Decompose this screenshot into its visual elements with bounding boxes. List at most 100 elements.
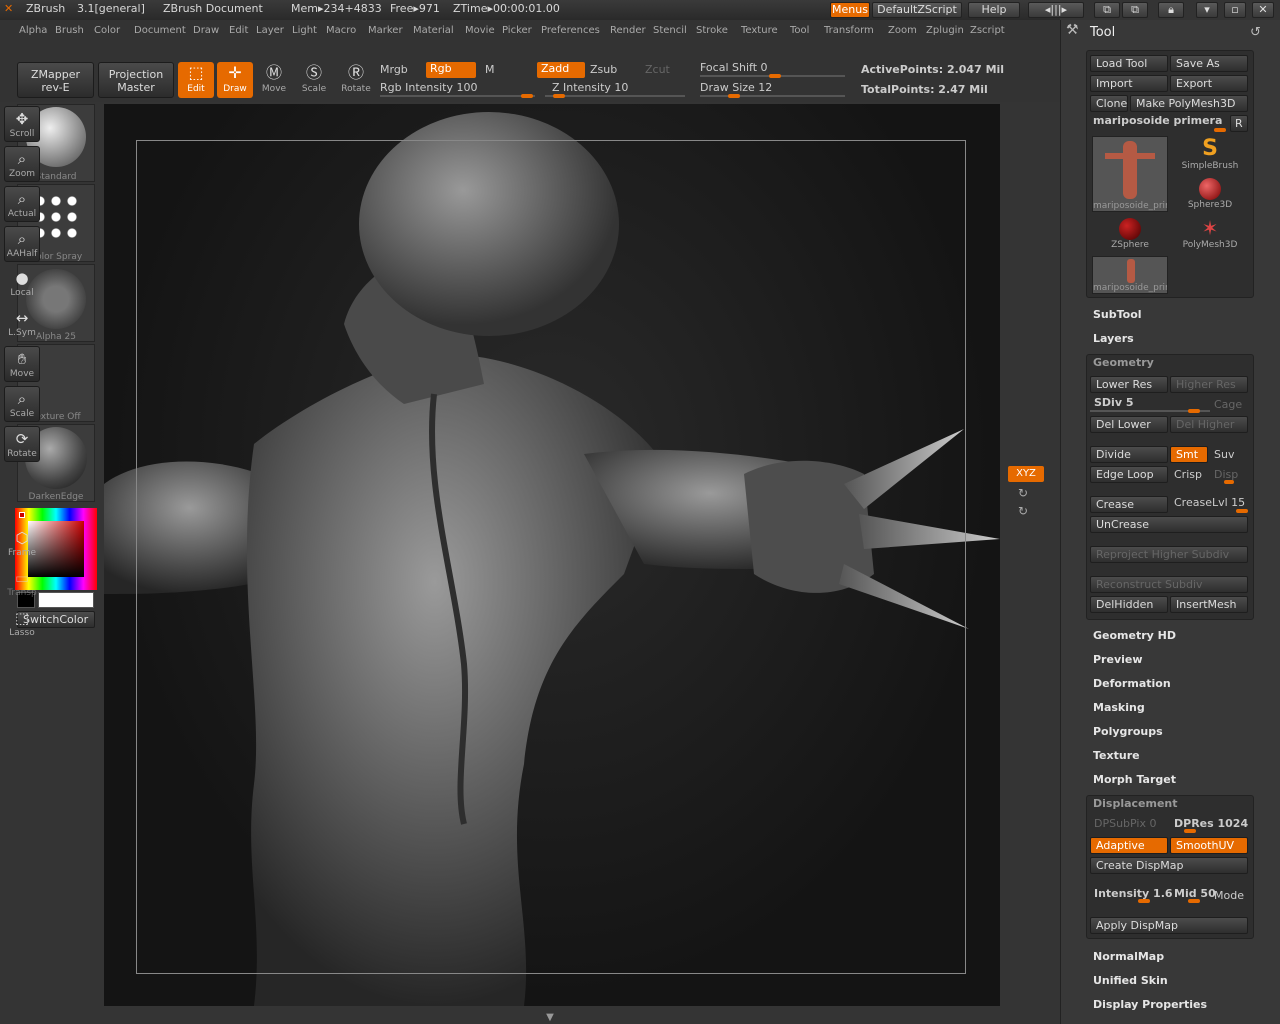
dpsubpix-slider[interactable]: DPSubPix 0 (1094, 817, 1157, 830)
intensity-knob[interactable] (1138, 899, 1150, 903)
lock-icon[interactable]: 🔒︎ (1158, 2, 1184, 18)
adaptive-toggle[interactable]: Adaptive (1090, 837, 1168, 854)
layout-icon-a[interactable]: ⧉ (1094, 2, 1120, 18)
reconstruct-subdiv-button[interactable]: Reconstruct Subdiv (1090, 576, 1248, 593)
crisp-toggle[interactable]: Crisp (1174, 468, 1202, 481)
suv-toggle[interactable]: Suv (1214, 448, 1234, 461)
subtool-section[interactable]: SubTool (1093, 308, 1142, 321)
cage-button[interactable]: Cage (1214, 398, 1242, 411)
zsub-toggle[interactable]: Zsub (590, 63, 617, 76)
menu-transform[interactable]: Transform (824, 25, 874, 36)
tool-thumb-mariposoide-2[interactable]: mariposoide_prim (1092, 256, 1168, 294)
rotate-button[interactable]: ⟳ Rotate (4, 426, 40, 462)
smt-toggle[interactable]: Smt (1170, 446, 1208, 463)
current-tool-slider-knob[interactable] (1214, 128, 1226, 132)
make-polymesh3d-button[interactable]: Make PolyMesh3D (1130, 95, 1248, 112)
projection-master-button[interactable]: Projection Master (98, 62, 174, 98)
menu-texture[interactable]: Texture (741, 25, 778, 36)
morph-target-section[interactable]: Morph Target (1093, 773, 1176, 786)
draw-size-slider[interactable] (700, 95, 845, 97)
lasso-button[interactable]: ⬚ Lasso (4, 606, 40, 642)
menu-alpha[interactable]: Alpha (19, 25, 47, 36)
menu-light[interactable]: Light (292, 25, 317, 36)
lsym-button[interactable]: ↔ L.Sym (4, 306, 40, 342)
z-intensity-knob[interactable] (553, 94, 565, 98)
menu-tool[interactable]: Tool (790, 25, 809, 36)
menu-draw[interactable]: Draw (193, 25, 219, 36)
texture-section[interactable]: Texture (1093, 749, 1140, 762)
draw-mode-button[interactable]: ✛ Draw (217, 62, 253, 98)
z-intensity-slider[interactable] (545, 95, 685, 97)
disp-knob[interactable] (1224, 480, 1234, 484)
menu-stencil[interactable]: Stencil (653, 25, 687, 36)
menu-render[interactable]: Render (610, 25, 646, 36)
color-picker-marker[interactable] (19, 512, 25, 518)
draw-size-knob[interactable] (728, 94, 740, 98)
create-dispmap-button[interactable]: Create DispMap (1090, 857, 1248, 874)
edit-mode-button[interactable]: ⬚ Edit (178, 62, 214, 98)
r-button[interactable]: R (1230, 115, 1248, 132)
lower-res-button[interactable]: Lower Res (1090, 376, 1168, 393)
toggle-interface-icon[interactable]: ◂|||▸ (1028, 2, 1084, 18)
apply-dispmap-button[interactable]: Apply DispMap (1090, 917, 1248, 934)
scroll-button[interactable]: ✥ Scroll (4, 106, 40, 142)
menu-zoom[interactable]: Zoom (888, 25, 917, 36)
export-button[interactable]: Export (1170, 75, 1248, 92)
geometry-hd-section[interactable]: Geometry HD (1093, 629, 1176, 642)
focal-shift-knob[interactable] (769, 74, 781, 78)
layers-section[interactable]: Layers (1093, 332, 1134, 345)
actual-button[interactable]: ⌕ Actual (4, 186, 40, 222)
move-mode-button[interactable]: Ⓜ Move (256, 62, 292, 98)
rotate-mode-button[interactable]: Ⓡ Rotate (338, 62, 374, 98)
tool-thumb-polymesh3d[interactable]: ✶ PolyMesh3D (1172, 216, 1248, 254)
menu-macro[interactable]: Macro (326, 25, 356, 36)
delhidden-button[interactable]: DelHidden (1090, 596, 1168, 613)
deformation-section[interactable]: Deformation (1093, 677, 1171, 690)
default-zscript-button[interactable]: DefaultZScript (872, 2, 962, 18)
local-button[interactable]: ● Local (4, 266, 40, 302)
scroll-down-arrow-icon[interactable]: ▼ (540, 1012, 560, 1023)
tool-thumb-mariposoide[interactable]: mariposoide_prim (1092, 136, 1168, 212)
menu-marker[interactable]: Marker (368, 25, 403, 36)
zcut-toggle[interactable]: Zcut (645, 63, 670, 76)
polygroups-section[interactable]: Polygroups (1093, 725, 1163, 738)
normalmap-section[interactable]: NormalMap (1093, 950, 1164, 963)
menu-layer[interactable]: Layer (256, 25, 284, 36)
scale-mode-button[interactable]: Ⓢ Scale (296, 62, 332, 98)
menu-brush[interactable]: Brush (55, 25, 84, 36)
divide-button[interactable]: Divide (1090, 446, 1168, 463)
crease-level-knob[interactable] (1236, 509, 1248, 513)
unified-skin-section[interactable]: Unified Skin (1093, 974, 1168, 987)
menu-edit[interactable]: Edit (229, 25, 248, 36)
rgb-toggle[interactable]: Rgb (426, 62, 476, 78)
xyz-button[interactable]: XYZ (1008, 466, 1044, 482)
aahalf-button[interactable]: ⌕ AAHalf (4, 226, 40, 262)
main-color-swatch[interactable] (38, 592, 94, 608)
layout-icon-b[interactable]: ⧉ (1122, 2, 1148, 18)
move-button[interactable]: ✋︎ Move (4, 346, 40, 382)
refresh-icon[interactable]: ↺ (1250, 25, 1261, 40)
displacement-section[interactable]: Displacement (1093, 797, 1178, 810)
menu-color[interactable]: Color (94, 25, 120, 36)
rgb-intensity-knob[interactable] (521, 94, 533, 98)
geometry-section[interactable]: Geometry (1093, 356, 1154, 369)
import-button[interactable]: Import (1090, 75, 1168, 92)
dpres-knob[interactable] (1184, 829, 1196, 833)
zmapper-button[interactable]: ZMapper rev-E (17, 62, 94, 98)
smoothuv-toggle[interactable]: SmoothUV (1170, 837, 1248, 854)
save-as-button[interactable]: Save As (1170, 55, 1248, 72)
uncrease-button[interactable]: UnCrease (1090, 516, 1248, 533)
display-properties-section[interactable]: Display Properties (1093, 998, 1207, 1011)
menu-material[interactable]: Material (413, 25, 454, 36)
higher-res-button[interactable]: Higher Res (1170, 376, 1248, 393)
menu-movie[interactable]: Movie (465, 25, 495, 36)
preview-section[interactable]: Preview (1093, 653, 1143, 666)
rotate-z-icon[interactable]: ↻ (1018, 504, 1028, 518)
tool-thumb-sphere3d[interactable]: Sphere3D (1172, 176, 1248, 214)
scale-button[interactable]: ⌕ Scale (4, 386, 40, 422)
close-icon[interactable]: ✕ (1252, 2, 1274, 18)
zadd-toggle[interactable]: Zadd (537, 62, 585, 78)
reproject-higher-subdiv-button[interactable]: Reproject Higher Subdiv (1090, 546, 1248, 563)
help-button[interactable]: Help (968, 2, 1020, 18)
load-tool-button[interactable]: Load Tool (1090, 55, 1168, 72)
